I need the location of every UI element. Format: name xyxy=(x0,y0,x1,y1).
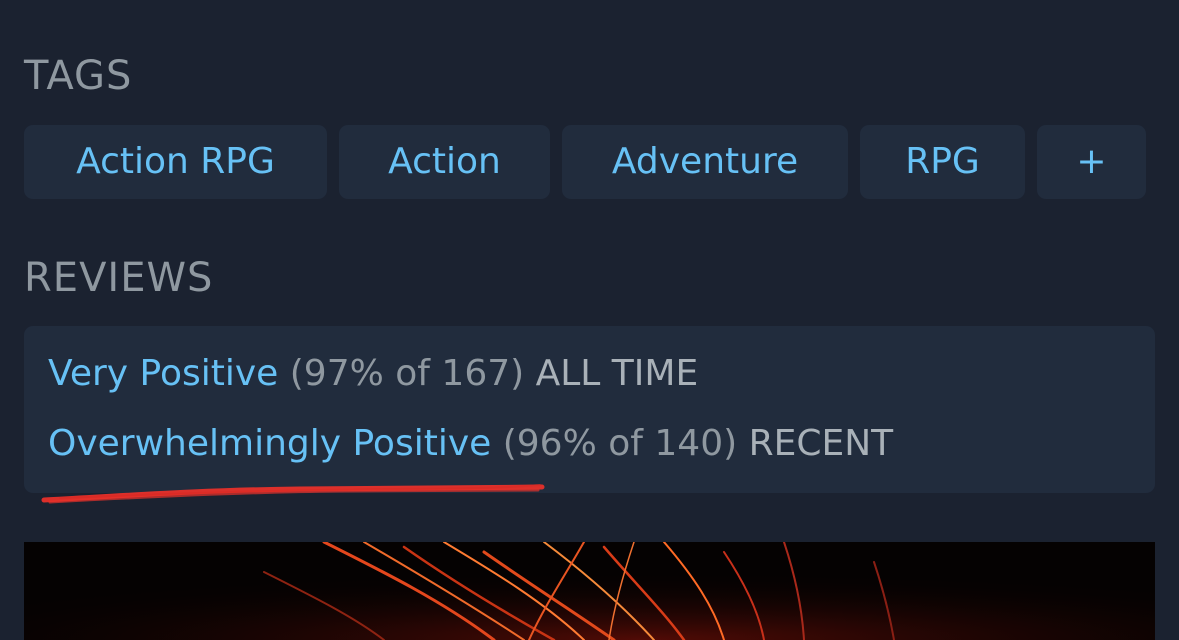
review-recent-period: RECENT xyxy=(748,423,894,464)
red-underline-annotation xyxy=(41,484,545,504)
tag-adventure[interactable]: Adventure xyxy=(562,125,848,199)
review-recent-detail: (96% of 140) xyxy=(502,423,738,464)
tag-rpg[interactable]: RPG xyxy=(860,125,1025,199)
game-media-image[interactable] xyxy=(24,542,1155,640)
fire-artwork xyxy=(24,542,1155,640)
tags-heading: TAGS xyxy=(24,53,133,99)
tag-action-rpg[interactable]: Action RPG xyxy=(24,125,327,199)
review-all-time: Very Positive (97% of 167) ALL TIME xyxy=(48,356,698,392)
reviews-card: Very Positive (97% of 167) ALL TIME Over… xyxy=(24,326,1155,493)
review-all-time-period: ALL TIME xyxy=(535,353,699,394)
review-recent: Overwhelmingly Positive (96% of 140) REC… xyxy=(48,426,893,462)
tag-action[interactable]: Action xyxy=(339,125,550,199)
review-all-time-summary-link[interactable]: Very Positive xyxy=(48,353,278,394)
tag-more-button[interactable]: + xyxy=(1037,125,1146,199)
review-all-time-detail: (97% of 167) xyxy=(289,353,525,394)
review-recent-summary-link[interactable]: Overwhelmingly Positive xyxy=(48,423,491,464)
reviews-heading: REVIEWS xyxy=(24,255,214,301)
